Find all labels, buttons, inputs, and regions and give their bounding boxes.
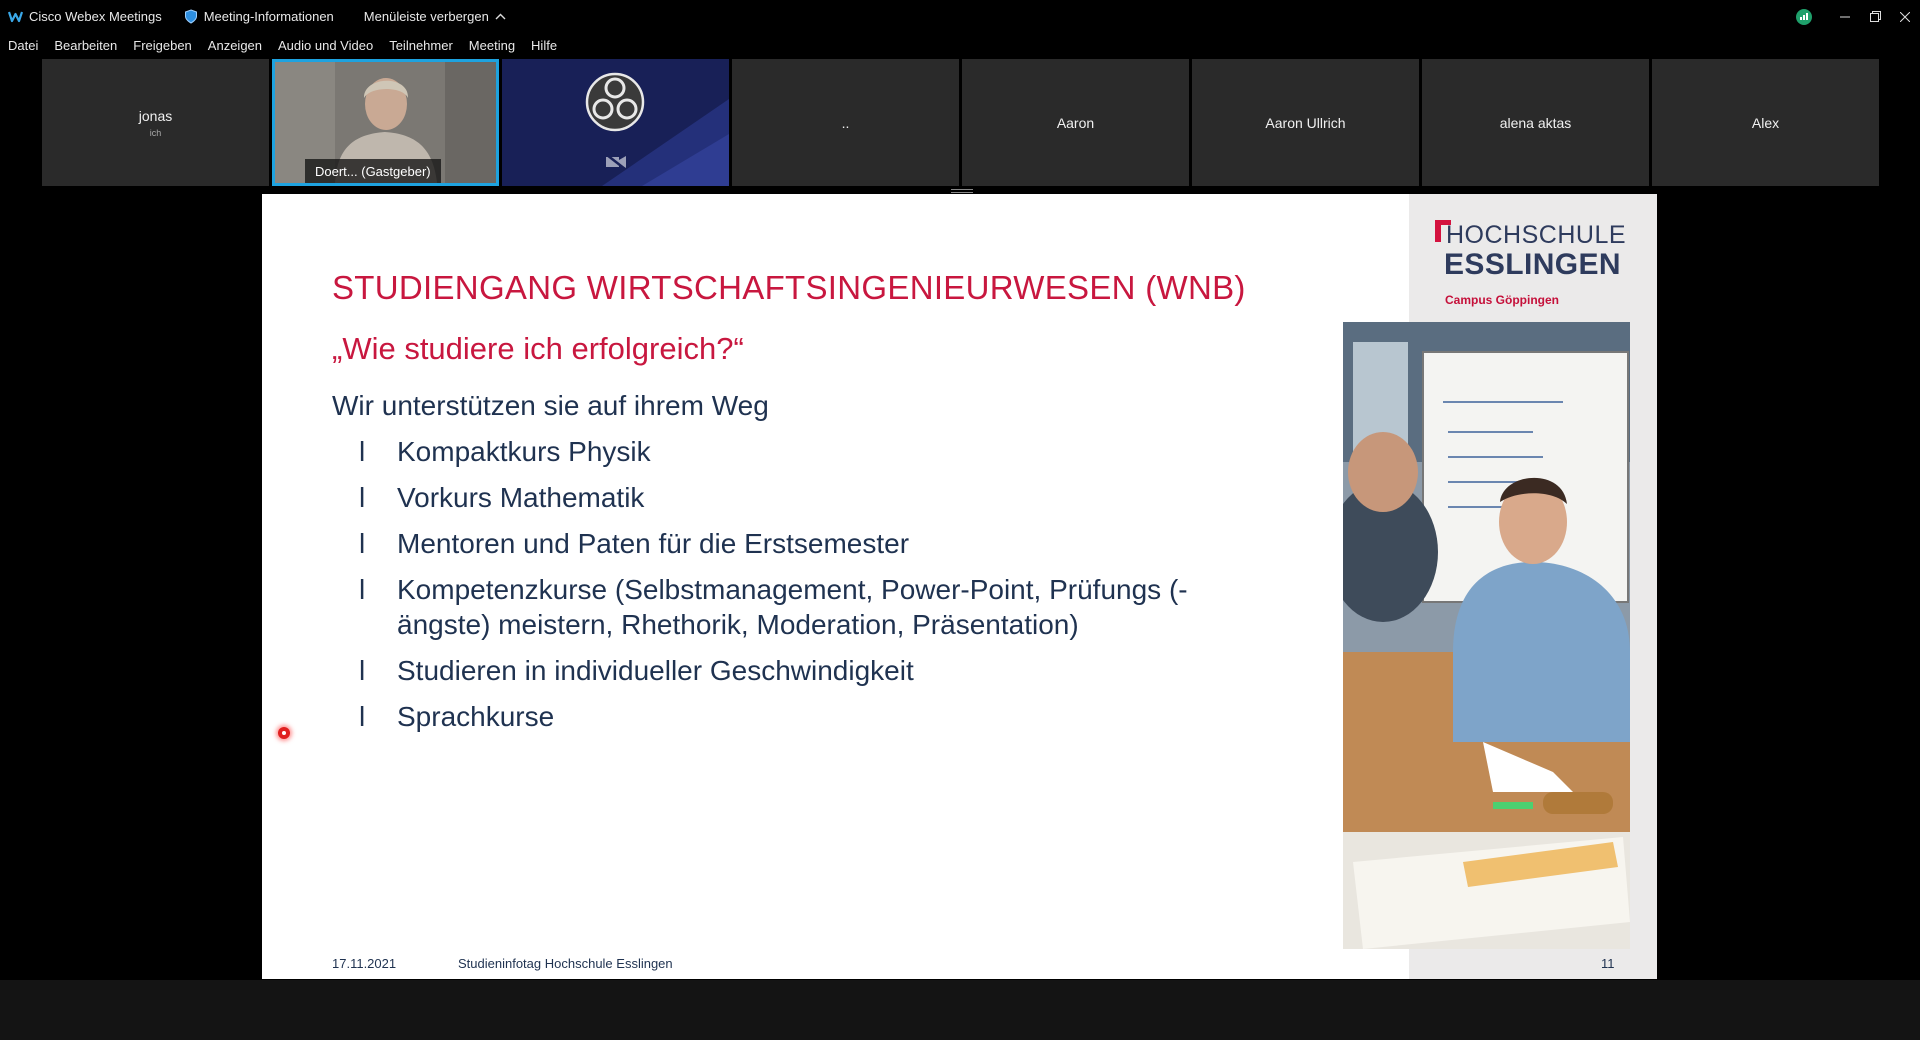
participant-name: alena aktas [1499,114,1572,131]
host-name-label: Doert... (Gastgeber) [305,159,441,183]
participant-tile-host[interactable]: Doert... (Gastgeber) [272,59,499,186]
participant-name: Aaron Ullrich [1265,114,1346,131]
menu-hilfe[interactable]: Hilfe [531,38,557,53]
list-item: l Studieren in individueller Geschwindigk… [357,653,1267,688]
menu-audio-video[interactable]: Audio und Video [278,38,373,53]
participant-tile[interactable]: Alex [1652,59,1879,186]
webex-logo-icon [8,11,23,23]
menu-meeting[interactable]: Meeting [469,38,515,53]
menu-teilnehmer[interactable]: Teilnehmer [389,38,453,53]
camera-off-icon [606,154,626,170]
hide-menu-button[interactable]: Menüleiste verbergen [364,0,506,33]
close-icon [1900,11,1910,22]
list-item: l Vorkurs Mathematik [357,480,1267,515]
bullet-text: Vorkurs Mathematik [397,482,645,513]
slide-bullet-list: l Kompaktkurs Physik l Vorkurs Mathematik … [357,434,1267,745]
meeting-info-label: Meeting-Informationen [203,9,334,24]
bullet-mark: l [359,574,366,605]
participant-name: jonas [138,107,173,124]
title-bar: Cisco Webex Meetings Meeting-Information… [0,0,1920,33]
slide-title: STUDIENGANG WIRTSCHAFTSINGENIEURWESEN (W… [332,269,1246,306]
participant-name: .. [841,114,850,131]
list-item: l Kompaktkurs Physik [357,434,1267,469]
menu-anzeigen[interactable]: Anzeigen [208,38,262,53]
laser-pointer [278,727,290,739]
bullet-text: Studieren in individueller Geschwindigke… [397,655,914,686]
participant-tile[interactable]: .. [732,59,959,186]
slide-page-number: 11 [1601,956,1615,971]
bullet-mark: l [359,701,366,732]
menu-bearbeiten[interactable]: Bearbeiten [54,38,117,53]
participant-name: Alex [1751,114,1780,131]
menu-bar: Datei Bearbeiten Freigeben Anzeigen Audi… [0,33,1920,57]
window-controls [1796,0,1920,33]
menu-datei[interactable]: Datei [8,38,38,53]
bottom-control-area [0,980,1920,1040]
bullet-text: Mentoren und Paten für die Erstsemester [397,528,910,559]
logo-campus: Campus Göppingen [1445,293,1559,307]
slide-subtitle: „Wie studiere ich erfolgreich?“ [332,331,744,366]
close-button[interactable] [1890,3,1920,31]
shared-content-slide: HOCHSCHULE ESSLINGEN Campus Göppingen ST… [262,194,1657,979]
network-status-icon[interactable] [1796,8,1812,25]
restore-button[interactable] [1860,3,1890,31]
participant-tile[interactable]: Aaron Ullrich [1192,59,1419,186]
hochschule-esslingen-logo: HOCHSCHULE ESSLINGEN Campus Göppingen [1409,194,1657,322]
participant-name: Aaron [1056,114,1095,131]
minimize-button[interactable] [1830,3,1860,31]
bullet-mark: l [359,436,366,467]
participant-tile[interactable]: alena aktas [1422,59,1649,186]
participant-tile[interactable]: jonas ich [42,59,269,186]
obs-logo-icon [585,72,645,132]
app-title-label: Cisco Webex Meetings [29,9,162,24]
participant-tile[interactable]: Aaron [962,59,1189,186]
strip-resize-handle[interactable] [951,189,973,193]
restore-icon [1869,11,1881,22]
slide-footer-title: Studieninfotag Hochschule Esslingen [458,956,673,971]
list-item: l Kompetenzkurse (Selbstmanagement, Power… [357,572,1267,642]
app-title: Cisco Webex Meetings [8,0,162,33]
shield-info-icon [184,9,197,24]
slide-footer-date: 17.11.2021 [332,956,397,971]
participant-self-label: ich [149,127,162,138]
minimize-icon [1840,16,1850,17]
participant-tile-obs[interactable] [502,59,729,186]
students-photo [1343,322,1630,949]
bullet-mark: l [359,482,366,513]
bullet-text: Sprachkurse [397,701,555,732]
bullet-mark: l [359,528,366,559]
list-item: l Sprachkurse [357,699,1267,734]
meeting-info-button[interactable]: Meeting-Informationen [184,0,334,33]
hide-menu-label: Menüleiste verbergen [363,9,489,24]
logo-line-1: HOCHSCHULE [1446,221,1627,249]
menu-freigeben[interactable]: Freigeben [133,38,192,53]
bullet-text: Kompaktkurs Physik [397,436,651,467]
bullet-text: Kompetenzkurse (Selbstmanagement, Power-… [397,574,1188,640]
list-item: l Mentoren und Paten für die Erstsemester [357,526,1267,561]
participant-strip: jonas ich Doert... (Gastgeber) .. Aaron … [42,59,1882,186]
chevron-up-icon [495,13,506,20]
logo-line-2: ESSLINGEN [1444,248,1621,281]
bullet-mark: l [359,655,366,686]
slide-lead-text: Wir unterstützen sie auf ihrem Weg [332,390,769,421]
